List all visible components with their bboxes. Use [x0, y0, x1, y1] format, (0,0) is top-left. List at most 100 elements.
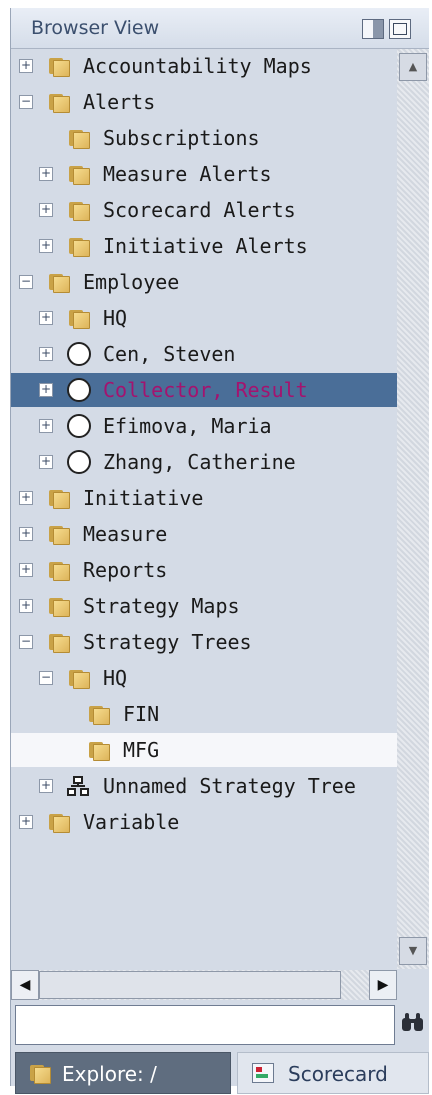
tree-item-measure-alerts[interactable]: + Measure Alerts: [11, 157, 397, 191]
tree-item-efimova-maria[interactable]: + Efimova, Maria: [11, 409, 397, 443]
tree-item-subscriptions[interactable]: Subscriptions: [11, 121, 397, 155]
tree-item-label: Subscriptions: [103, 126, 260, 150]
folder-icon: [47, 56, 71, 77]
tree-item-hq[interactable]: − HQ: [11, 661, 397, 695]
circle-icon: [67, 378, 91, 402]
horizontal-scrollbar[interactable]: ◀ ▶: [11, 970, 397, 1000]
circle-icon: [67, 414, 91, 438]
tree-item-accountability-maps[interactable]: + Accountability Maps: [11, 49, 397, 83]
expand-icon[interactable]: +: [19, 527, 33, 541]
panel-title: Browser View: [31, 17, 160, 39]
tree-item-label: FIN: [123, 702, 160, 726]
expand-icon[interactable]: +: [39, 419, 53, 433]
maximize-icon[interactable]: [389, 19, 411, 39]
binoculars-icon[interactable]: [402, 1013, 424, 1031]
tree-item-reports[interactable]: + Reports: [11, 553, 397, 587]
scroll-right-button[interactable]: ▶: [369, 970, 397, 1000]
folder-icon: [47, 272, 71, 293]
scrollbar-corner: [397, 970, 429, 1000]
circle-icon: [67, 342, 91, 366]
tree-item-label: Initiative Alerts: [103, 234, 308, 258]
collapse-icon[interactable]: −: [39, 671, 53, 685]
tree-item-zhang-catherine[interactable]: + Zhang, Catherine: [11, 445, 397, 479]
tree-item-label: Unnamed Strategy Tree: [103, 774, 356, 798]
folder-icon: [47, 560, 71, 581]
scorecard-icon: [252, 1063, 274, 1083]
tree-item-alerts[interactable]: − Alerts: [11, 85, 397, 119]
vertical-scrollbar[interactable]: ▲ ▼: [397, 49, 429, 969]
expand-icon[interactable]: +: [39, 239, 53, 253]
expand-icon[interactable]: +: [19, 491, 33, 505]
collapse-icon[interactable]: −: [19, 275, 33, 289]
expand-icon[interactable]: +: [39, 311, 53, 325]
folder-icon: [67, 164, 91, 185]
folder-icon: [47, 488, 71, 509]
scroll-up-button[interactable]: ▲: [399, 53, 427, 81]
panel-header: Browser View: [11, 8, 429, 49]
tree-item-unnamed-strategy-tree[interactable]: + Unnamed Strategy Tree: [11, 769, 397, 803]
folder-icon: [87, 740, 111, 761]
folder-icon: [47, 596, 71, 617]
scroll-down-button[interactable]: ▼: [399, 937, 427, 965]
tree-item-label: Reports: [83, 558, 168, 582]
expand-icon[interactable]: +: [39, 779, 53, 793]
folder-icon: [67, 308, 91, 329]
folder-icon: [47, 812, 71, 833]
expand-icon[interactable]: +: [39, 383, 53, 397]
scroll-left-button[interactable]: ◀: [11, 970, 39, 1000]
tree-item-label: Measure: [83, 522, 168, 546]
expand-icon[interactable]: +: [19, 599, 33, 613]
folder-icon: [67, 668, 91, 689]
tree-item-strategy-maps[interactable]: + Strategy Maps: [11, 589, 397, 623]
tree-item-variable[interactable]: + Variable: [11, 805, 397, 839]
tree-item-label: Alerts: [83, 90, 156, 114]
tree-item-label: Strategy Trees: [83, 630, 252, 654]
folder-icon: [47, 632, 71, 653]
tree-item-label: MFG: [123, 738, 160, 762]
tree-item-initiative-alerts[interactable]: + Initiative Alerts: [11, 229, 397, 263]
expand-icon[interactable]: +: [39, 203, 53, 217]
expand-icon[interactable]: +: [19, 59, 33, 73]
tree-item-collector-result[interactable]: + Collector, Result: [11, 373, 397, 407]
expand-icon[interactable]: +: [19, 563, 33, 577]
tree-item-mfg[interactable]: MFG: [11, 733, 397, 767]
tree-item-label: Zhang, Catherine: [103, 450, 296, 474]
folder-open-icon: [28, 1063, 52, 1085]
tree-item-label: Efimova, Maria: [103, 414, 272, 438]
tab-scorecard[interactable]: Scorecard: [237, 1052, 429, 1094]
expand-icon[interactable]: +: [39, 167, 53, 181]
expand-icon[interactable]: +: [39, 455, 53, 469]
tree-item-label: Scorecard Alerts: [103, 198, 296, 222]
strategy-tree-icon: [67, 776, 89, 796]
tree-item-strategy-trees[interactable]: − Strategy Trees: [11, 625, 397, 659]
tree-item-cen-steven[interactable]: + Cen, Steven: [11, 337, 397, 371]
tree-item-initiative[interactable]: + Initiative: [11, 481, 397, 515]
search-input[interactable]: [15, 1005, 395, 1045]
browser-tree: + Accountability Maps − Alerts Subscriptions…: [11, 49, 397, 969]
folder-icon: [67, 236, 91, 257]
tree-item-label: Initiative: [83, 486, 204, 510]
tree-item-scorecard-alerts[interactable]: + Scorecard Alerts: [11, 193, 397, 227]
tree-item-label: Collector, Result: [103, 378, 308, 402]
tree-item-label: HQ: [103, 666, 128, 690]
expand-icon[interactable]: +: [39, 347, 53, 361]
collapse-icon[interactable]: −: [19, 95, 33, 109]
collapse-icon[interactable]: −: [19, 635, 33, 649]
horizontal-scroll-thumb[interactable]: [39, 971, 341, 999]
tree-item-label: Accountability Maps: [83, 54, 312, 78]
tab-explore-label: Explore: /: [62, 1062, 157, 1086]
folder-icon: [67, 128, 91, 149]
expand-icon[interactable]: +: [19, 815, 33, 829]
tree-item-employee[interactable]: − Employee: [11, 265, 397, 299]
tab-explore[interactable]: Explore: /: [15, 1052, 231, 1094]
tree-item-hq[interactable]: + HQ: [11, 301, 397, 335]
tree-item-measure[interactable]: + Measure: [11, 517, 397, 551]
folder-icon: [87, 704, 111, 725]
tree-item-label: Strategy Maps: [83, 594, 240, 618]
folder-icon: [47, 524, 71, 545]
tree-item-fin[interactable]: FIN: [11, 697, 397, 731]
split-view-icon[interactable]: [362, 19, 384, 39]
folder-icon: [47, 92, 71, 113]
tree-item-label: HQ: [103, 306, 128, 330]
circle-icon: [67, 450, 91, 474]
